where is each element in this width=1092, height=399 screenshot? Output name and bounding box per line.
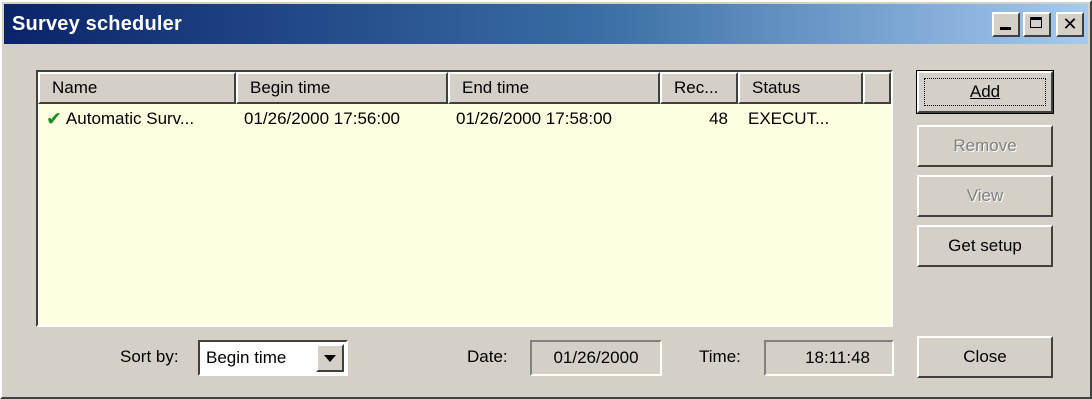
close-icon[interactable]: ✕ xyxy=(1056,12,1084,37)
view-button-label: View xyxy=(966,186,1004,205)
maximize-icon[interactable] xyxy=(1023,12,1051,37)
cell-name-text: Automatic Surv... xyxy=(65,109,195,128)
sort-by-dropdown[interactable]: Begin time xyxy=(198,340,348,376)
cell-name: ✔ Automatic Surv... xyxy=(38,108,236,130)
get-setup-button[interactable]: Get setup xyxy=(917,225,1053,267)
column-header-begin-time[interactable]: Begin time xyxy=(236,72,448,104)
cell-rec: 48 xyxy=(709,109,728,128)
sort-by-value: Begin time xyxy=(206,348,287,367)
time-field: 18:11:48 xyxy=(764,340,894,376)
date-value: 01/26/2000 xyxy=(553,348,639,367)
time-label: Time: xyxy=(699,347,741,366)
caption-buttons: ✕ xyxy=(992,12,1084,37)
date-field: 01/26/2000 xyxy=(530,340,662,376)
column-header-rec[interactable]: Rec... xyxy=(660,72,738,104)
title-bar[interactable]: Survey scheduler ✕ xyxy=(4,4,1088,44)
close-button-label: Close xyxy=(963,347,1007,366)
minimize-icon[interactable] xyxy=(992,12,1020,37)
list-body: ✔ Automatic Surv... 01/26/2000 17:56:00 … xyxy=(38,104,891,134)
sort-by-label: Sort by: xyxy=(120,347,179,366)
add-button[interactable]: Add xyxy=(916,70,1054,114)
survey-list[interactable]: Name Begin time End time Rec... Status ✔… xyxy=(36,70,893,327)
focus-ring xyxy=(924,78,1046,106)
check-icon: ✔ xyxy=(46,108,62,130)
time-value: 18:11:48 xyxy=(805,348,870,367)
view-button[interactable]: View xyxy=(917,175,1053,217)
remove-button[interactable]: Remove xyxy=(917,125,1053,167)
chevron-down-icon[interactable] xyxy=(316,344,344,372)
cell-begin-time: 01/26/2000 17:56:00 xyxy=(244,109,400,128)
close-button[interactable]: Close xyxy=(917,336,1053,378)
window-title: Survey scheduler xyxy=(12,12,182,35)
column-header-filler xyxy=(863,72,891,104)
cell-status: EXECUT... xyxy=(748,109,830,128)
get-setup-button-label: Get setup xyxy=(948,236,1022,255)
remove-button-label: Remove xyxy=(953,136,1017,155)
cell-end-time: 01/26/2000 17:58:00 xyxy=(456,109,612,128)
table-row[interactable]: ✔ Automatic Surv... 01/26/2000 17:56:00 … xyxy=(38,104,891,134)
column-header-status[interactable]: Status xyxy=(738,72,863,104)
column-header-end-time[interactable]: End time xyxy=(448,72,660,104)
column-header-name[interactable]: Name xyxy=(38,72,236,104)
date-label: Date: xyxy=(467,347,508,366)
survey-scheduler-window: Survey scheduler ✕ Name Begin time End t… xyxy=(0,0,1092,399)
list-header: Name Begin time End time Rec... Status xyxy=(38,72,891,104)
